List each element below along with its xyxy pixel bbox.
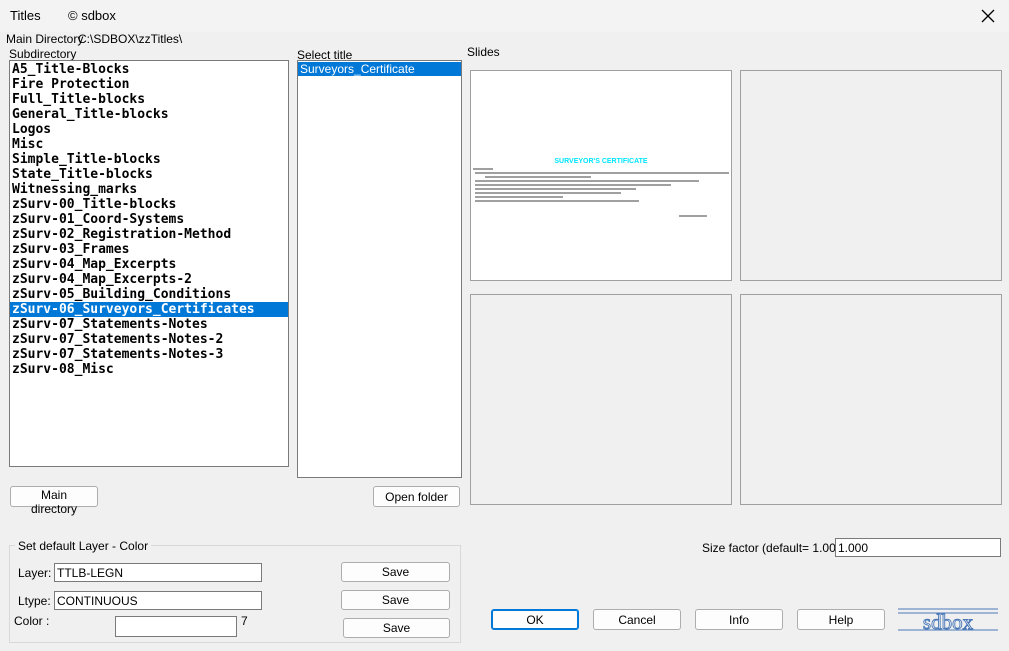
size-factor-input[interactable]: 1.000	[835, 538, 1001, 557]
list-item[interactable]: zSurv-04_Map_Excerpts	[10, 257, 288, 272]
list-item[interactable]: zSurv-03_Frames	[10, 242, 288, 257]
save-ltype-button[interactable]: Save	[341, 590, 450, 610]
list-item[interactable]: Full_Title-blocks	[10, 92, 288, 107]
select-title-list[interactable]: Surveyors_Certificate	[297, 60, 462, 478]
list-item[interactable]: zSurv-01_Coord-Systems	[10, 212, 288, 227]
list-item[interactable]: State_Title-blocks	[10, 167, 288, 182]
layer-input[interactable]: TTLB-LEGN	[54, 563, 262, 582]
save-layer-button[interactable]: Save	[341, 562, 450, 582]
list-item[interactable]: zSurv-07_Statements-Notes-2	[10, 332, 288, 347]
slides-label: Slides	[467, 45, 500, 59]
list-item[interactable]: zSurv-02_Registration-Method	[10, 227, 288, 242]
cancel-button[interactable]: Cancel	[593, 609, 681, 630]
slide-preview-3[interactable]	[470, 294, 732, 505]
list-item[interactable]: Simple_Title-blocks	[10, 152, 288, 167]
list-item[interactable]: Witnessing_marks	[10, 182, 288, 197]
main-directory-label: Main Directory	[6, 32, 84, 46]
list-item[interactable]: A5_Title-Blocks	[10, 62, 288, 77]
open-folder-button[interactable]: Open folder	[373, 486, 460, 507]
subdirectory-list[interactable]: A5_Title-Blocks Fire Protection Full_Title…	[9, 60, 289, 467]
sdbox-logo-text: sdbox	[923, 610, 974, 633]
size-factor-label: Size factor (default= 1.00):	[702, 541, 844, 555]
list-item[interactable]: Fire Protection	[10, 77, 288, 92]
list-item[interactable]: zSurv-07_Statements-Notes-3	[10, 347, 288, 362]
layer-color-group-title: Set default Layer - Color	[15, 539, 152, 553]
save-color-button[interactable]: Save	[343, 618, 450, 638]
list-item[interactable]: zSurv-07_Statements-Notes	[10, 317, 288, 332]
list-item[interactable]: zSurv-06_Surveyors_Certificates	[10, 302, 288, 317]
info-button[interactable]: Info	[695, 609, 783, 630]
list-item[interactable]: General_Title-blocks	[10, 107, 288, 122]
subdirectory-label: Subdirectory	[9, 47, 77, 61]
color-swatch-field[interactable]	[115, 616, 237, 637]
layer-label: Layer:	[18, 566, 52, 580]
list-item[interactable]: zSurv-00_Title-blocks	[10, 197, 288, 212]
list-item[interactable]: zSurv-04_Map_Excerpts-2	[10, 272, 288, 287]
ok-button[interactable]: OK	[491, 609, 579, 630]
main-directory-button[interactable]: Main directory	[10, 486, 98, 516]
sdbox-logo: sdbox	[898, 606, 998, 633]
close-icon[interactable]	[975, 4, 1001, 28]
slide-preview-1[interactable]: SURVEYOR'S CERTIFICATE	[470, 70, 732, 281]
color-number: 7	[241, 614, 248, 628]
list-item[interactable]: zSurv-05_Building_Conditions	[10, 287, 288, 302]
ltype-label: Ltype:	[18, 594, 51, 608]
slide-preview-4[interactable]	[740, 294, 1002, 505]
list-item[interactable]: Surveyors_Certificate	[298, 62, 461, 76]
list-item[interactable]: Logos	[10, 122, 288, 137]
color-label: Color :	[14, 614, 50, 628]
title-bar	[0, 0, 1009, 32]
slide-preview-heading: SURVEYOR'S CERTIFICATE	[554, 158, 648, 165]
slide-preview-2[interactable]	[740, 70, 1002, 281]
help-button[interactable]: Help	[797, 609, 885, 630]
window-copyright: © sdbox	[68, 8, 116, 23]
ltype-input[interactable]: CONTINUOUS	[54, 591, 262, 610]
list-item[interactable]: Misc	[10, 137, 288, 152]
main-directory-path: C:\SDBOX\zzTitles\	[78, 32, 183, 46]
window-title: Titles	[10, 8, 41, 23]
list-item[interactable]: zSurv-08_Misc	[10, 362, 288, 377]
